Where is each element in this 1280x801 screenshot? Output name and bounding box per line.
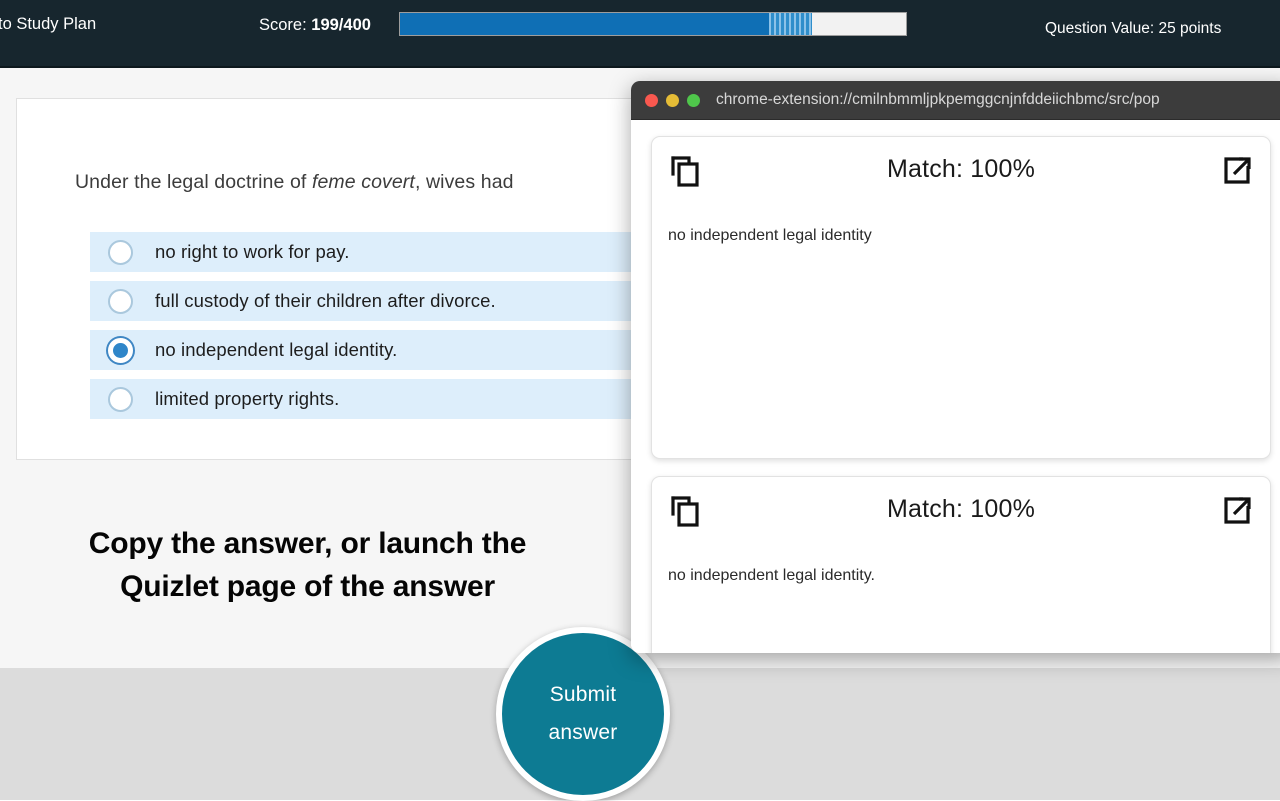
close-window-icon[interactable]: [645, 93, 658, 107]
answer-option-label: full custody of their children after div…: [155, 290, 496, 311]
return-to-study-plan-link[interactable]: to Study Plan: [0, 14, 96, 34]
external-link-icon[interactable]: [1222, 155, 1252, 191]
submit-button-line-2: answer: [548, 721, 618, 744]
match-result-card: Match: 100% no independent legal identit…: [651, 136, 1271, 459]
match-card-header: Match: 100%: [668, 151, 1254, 195]
chrome-extension-popup-window: chrome-extension://cmilnbmmljpkpemggcnjn…: [631, 81, 1280, 653]
window-titlebar[interactable]: chrome-extension://cmilnbmmljpkpemggcnjn…: [631, 81, 1280, 120]
instruction-line-1: Copy the answer, or launch the: [88, 527, 527, 560]
question-stem-text: Under the legal doctrine of feme covert,…: [75, 171, 514, 194]
submit-button-line-1: Submit: [549, 683, 617, 706]
match-percentage-title: Match: 100%: [886, 495, 1036, 523]
radio-button-icon[interactable]: [108, 239, 133, 265]
instruction-line-2: Quizlet page of the answer: [120, 570, 495, 603]
match-percentage-title: Match: 100%: [886, 155, 1036, 183]
quiz-progress-bar: [399, 12, 907, 36]
maximize-window-icon[interactable]: [687, 93, 700, 107]
stem-part-after: , wives had: [414, 171, 514, 193]
answer-option-label: no right to work for pay.: [155, 241, 350, 262]
match-card-header: Match: 100%: [668, 491, 1254, 535]
instruction-heading: Copy the answer, or launch the Quizlet p…: [0, 522, 615, 608]
score-display: Score: 199/400: [259, 15, 371, 35]
window-controls: [645, 93, 708, 107]
quiz-header-bar: to Study Plan Score: 199/400 Question Va…: [0, 0, 1280, 68]
stem-part-before: Under the legal doctrine of: [75, 171, 312, 193]
radio-button-selected-icon[interactable]: [108, 337, 133, 363]
score-value: 199/400: [311, 16, 371, 34]
radio-button-icon[interactable]: [108, 288, 133, 314]
progress-bar-stripes: [769, 13, 813, 35]
score-prefix-label: Score:: [259, 16, 312, 34]
match-result-card: Match: 100% no independent legal identit…: [651, 476, 1271, 653]
match-answer-text: no independent legal identity.: [668, 567, 875, 584]
stem-italic-term: feme covert: [311, 171, 415, 193]
window-url-text: chrome-extension://cmilnbmmljpkpemggcnjn…: [716, 91, 1160, 108]
progress-bar-fill: [400, 13, 770, 35]
minimize-window-icon[interactable]: [666, 93, 679, 107]
question-value-label: Question Value: 25 points: [1045, 20, 1222, 37]
external-link-icon[interactable]: [1222, 495, 1252, 531]
submit-answer-button[interactable]: Submit answer: [496, 627, 670, 801]
radio-button-icon[interactable]: [108, 386, 133, 412]
match-answer-text: no independent legal identity: [668, 227, 872, 244]
answer-option-label: no independent legal identity.: [155, 339, 398, 360]
extension-popup-body: Match: 100% no independent legal identit…: [631, 120, 1280, 653]
answer-option-label: limited property rights.: [155, 388, 340, 409]
